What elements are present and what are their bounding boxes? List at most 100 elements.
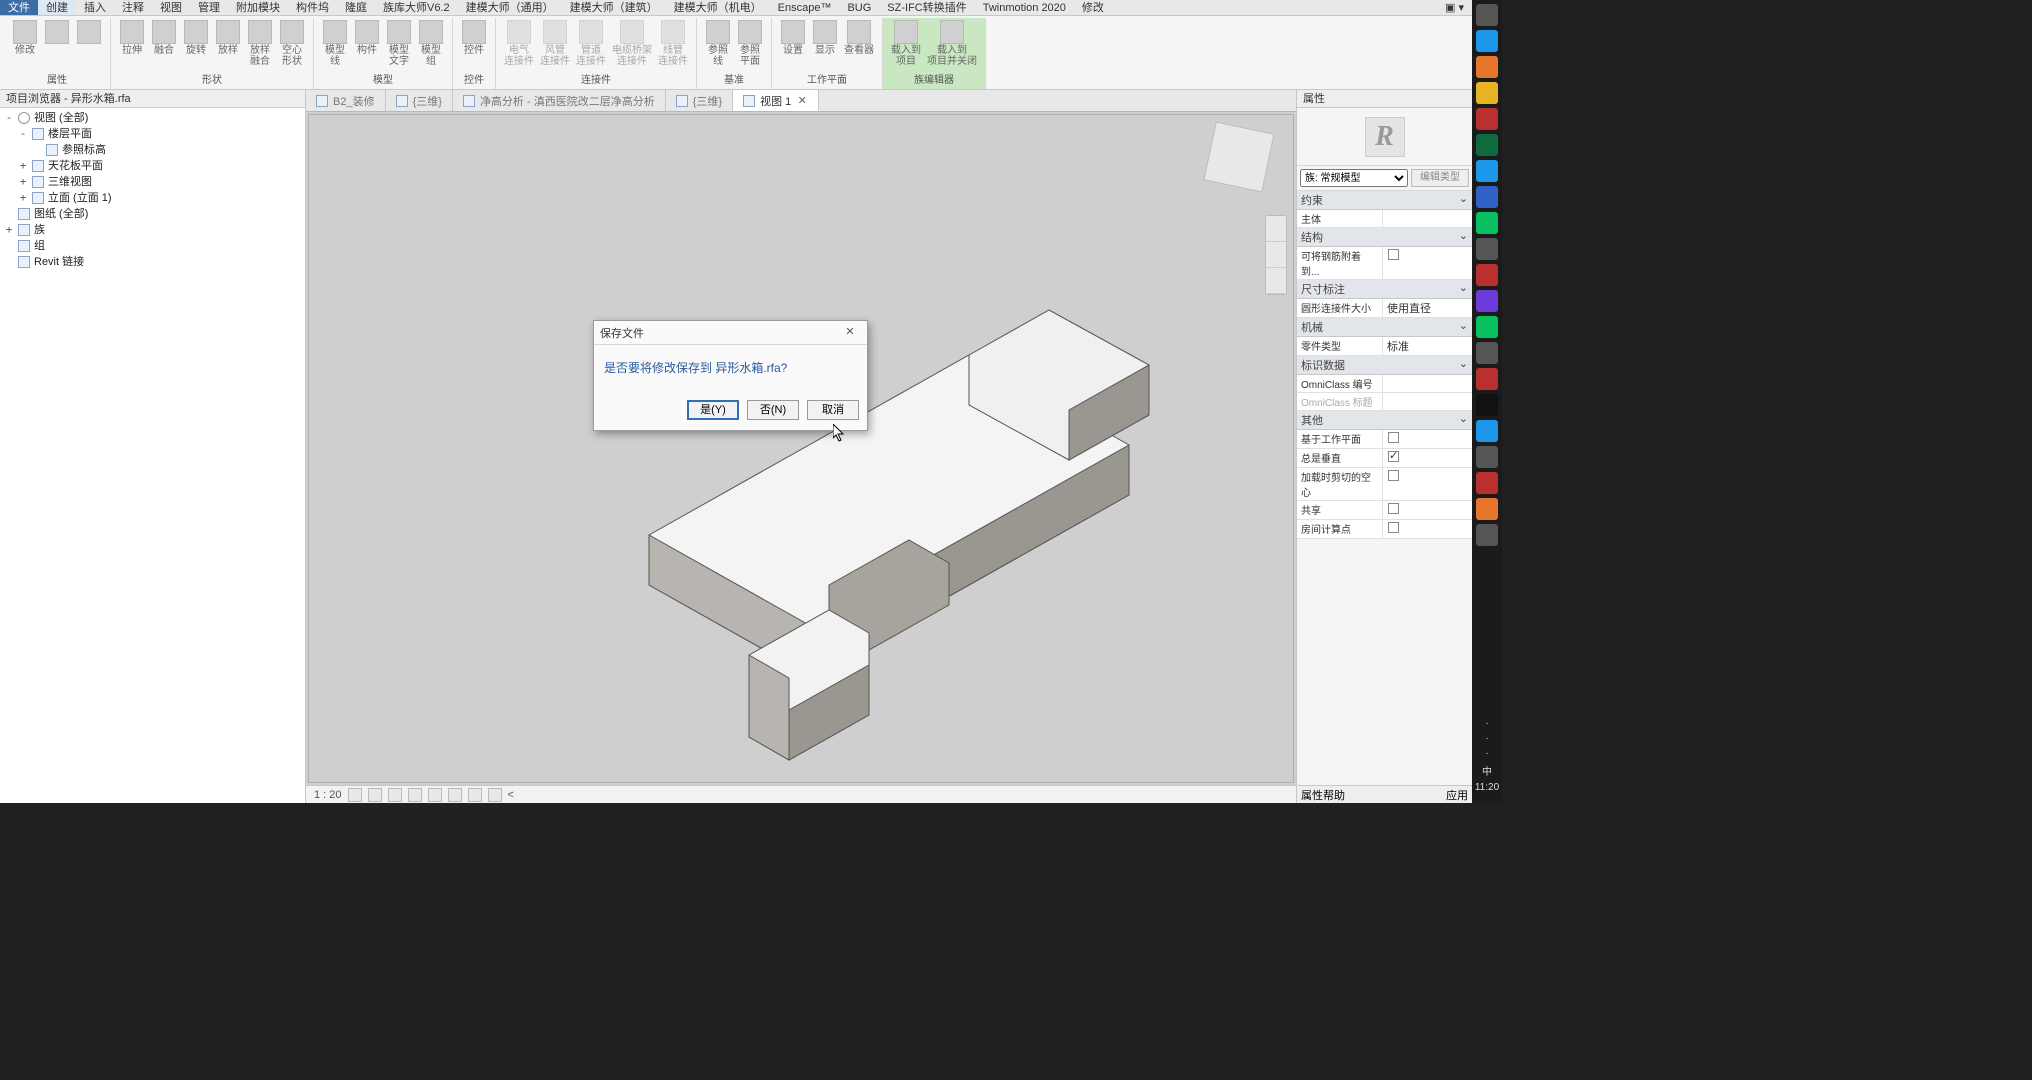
ribbon-button[interactable]: 载入到 项目并关闭 bbox=[925, 18, 979, 67]
ime-indicator[interactable]: 中 bbox=[1482, 763, 1492, 778]
property-row[interactable]: OmniClass 标题 bbox=[1297, 393, 1472, 411]
tree-node[interactable]: +立面 (立面 1) bbox=[4, 190, 301, 206]
menu-item[interactable]: 建模大师（机电） bbox=[666, 0, 770, 15]
taskbar-app-icon[interactable] bbox=[1476, 420, 1498, 442]
tree-node[interactable]: +天花板平面 bbox=[4, 158, 301, 174]
property-row[interactable]: 主体 bbox=[1297, 210, 1472, 228]
shadows-icon[interactable] bbox=[408, 788, 422, 802]
project-browser-tree[interactable]: -视图 (全部)-楼层平面参照标高+天花板平面+三维视图+立面 (立面 1)图纸… bbox=[0, 108, 305, 803]
expand-icon[interactable]: - bbox=[18, 126, 28, 142]
view-tab[interactable]: {三维} bbox=[666, 90, 733, 111]
menu-item[interactable]: 族库大师V6.2 bbox=[375, 0, 458, 15]
tree-node[interactable]: 参照标高 bbox=[4, 142, 301, 158]
crop-icon[interactable] bbox=[428, 788, 442, 802]
tree-node[interactable]: Revit 链接 bbox=[4, 254, 301, 270]
expand-icon[interactable]: + bbox=[18, 158, 28, 174]
property-row[interactable]: 加载时剪切的空心 bbox=[1297, 468, 1472, 501]
menu-file[interactable]: 文件 bbox=[0, 0, 38, 15]
taskbar-app-icon[interactable] bbox=[1476, 524, 1498, 546]
ribbon-button[interactable]: 线管 连接件 bbox=[656, 18, 690, 67]
taskbar-app-icon[interactable] bbox=[1476, 160, 1498, 182]
taskbar-app-icon[interactable] bbox=[1476, 264, 1498, 286]
menu-overflow-icon[interactable]: ▣ ▾ bbox=[1437, 0, 1472, 15]
properties-help-link[interactable]: 属性帮助 bbox=[1301, 787, 1345, 803]
ribbon-button[interactable]: 构件 bbox=[352, 18, 382, 56]
taskbar-app-icon[interactable] bbox=[1476, 30, 1498, 52]
checkbox[interactable] bbox=[1388, 470, 1399, 481]
ribbon-button[interactable]: 电缆桥架 连接件 bbox=[610, 18, 654, 67]
property-row[interactable]: 房间计算点 bbox=[1297, 520, 1472, 539]
network-icon[interactable]: · bbox=[1485, 733, 1488, 744]
ribbon-button[interactable]: 修改 bbox=[10, 18, 40, 56]
menu-item[interactable]: 建模大师（建筑） bbox=[562, 0, 666, 15]
ribbon-button[interactable]: 管道 连接件 bbox=[574, 18, 608, 67]
view-tab[interactable]: 净高分析 - 滇西医院改二层净高分析 bbox=[453, 90, 666, 111]
taskbar-app-icon[interactable] bbox=[1476, 472, 1498, 494]
ribbon-button[interactable]: 显示 bbox=[810, 18, 840, 56]
navigation-bar[interactable] bbox=[1265, 215, 1287, 295]
property-section[interactable]: 尺寸标注⌄ bbox=[1297, 280, 1472, 299]
view-tab[interactable]: 视图 1✕ bbox=[733, 90, 819, 111]
property-row[interactable]: 总是垂直 bbox=[1297, 449, 1472, 468]
menu-item[interactable]: SZ-IFC转换插件 bbox=[879, 0, 974, 15]
ribbon-button[interactable]: 放样 融合 bbox=[245, 18, 275, 67]
property-row[interactable]: 基于工作平面 bbox=[1297, 430, 1472, 449]
menu-item[interactable]: 附加模块 bbox=[228, 0, 288, 15]
sun-path-icon[interactable] bbox=[388, 788, 402, 802]
viewcube[interactable] bbox=[1203, 121, 1274, 192]
ribbon-button[interactable] bbox=[74, 18, 104, 45]
ribbon-button[interactable]: 设置 bbox=[778, 18, 808, 56]
tree-node[interactable]: -视图 (全部) bbox=[4, 110, 301, 126]
ribbon-button[interactable]: 融合 bbox=[149, 18, 179, 56]
property-value[interactable]: 标准 bbox=[1387, 341, 1409, 353]
taskbar-app-icon[interactable] bbox=[1476, 368, 1498, 390]
property-section[interactable]: 标识数据⌄ bbox=[1297, 356, 1472, 375]
type-selector[interactable]: 族: 常规模型 bbox=[1300, 169, 1408, 187]
ribbon-button[interactable]: 模型 组 bbox=[416, 18, 446, 67]
property-section[interactable]: 其他⌄ bbox=[1297, 411, 1472, 430]
property-row[interactable]: 圆形连接件大小使用直径 bbox=[1297, 299, 1472, 318]
view-nav-left-icon[interactable]: < bbox=[508, 789, 514, 801]
ribbon-button[interactable]: 旋转 bbox=[181, 18, 211, 56]
ribbon-button[interactable]: 参照 平面 bbox=[735, 18, 765, 67]
close-tab-icon[interactable]: ✕ bbox=[796, 94, 808, 107]
menu-item[interactable]: BUG bbox=[839, 0, 879, 15]
close-icon[interactable]: ✕ bbox=[839, 324, 861, 342]
crop-region-icon[interactable] bbox=[448, 788, 462, 802]
ribbon-button[interactable]: 电气 连接件 bbox=[502, 18, 536, 67]
expand-icon[interactable]: - bbox=[4, 110, 14, 126]
taskbar-app-icon[interactable] bbox=[1476, 342, 1498, 364]
detail-level-icon[interactable] bbox=[348, 788, 362, 802]
taskbar-app-icon[interactable] bbox=[1476, 446, 1498, 468]
taskbar-app-icon[interactable] bbox=[1476, 290, 1498, 312]
menu-item[interactable]: 插入 bbox=[76, 0, 114, 15]
volume-icon[interactable]: · bbox=[1485, 748, 1488, 759]
tree-node[interactable]: +族 bbox=[4, 222, 301, 238]
tree-node[interactable]: 图纸 (全部) bbox=[4, 206, 301, 222]
taskbar-app-icon[interactable] bbox=[1476, 238, 1498, 260]
taskbar-app-icon[interactable] bbox=[1476, 108, 1498, 130]
menu-item[interactable]: 隆庭 bbox=[337, 0, 375, 15]
yes-button[interactable]: 是(Y) bbox=[687, 400, 739, 420]
expand-icon[interactable]: + bbox=[18, 190, 28, 206]
view-tab[interactable]: {三维} bbox=[386, 90, 453, 111]
apply-button[interactable]: 应用 bbox=[1446, 787, 1468, 803]
taskbar-app-icon[interactable] bbox=[1476, 4, 1498, 26]
reveal-icon[interactable] bbox=[488, 788, 502, 802]
taskbar-app-icon[interactable] bbox=[1476, 316, 1498, 338]
property-row[interactable]: OmniClass 编号 bbox=[1297, 375, 1472, 393]
nav-pan-icon[interactable] bbox=[1266, 268, 1286, 294]
view-scale[interactable]: 1 : 20 bbox=[314, 789, 342, 801]
tree-node[interactable]: 组 bbox=[4, 238, 301, 254]
property-row[interactable]: 零件类型标准 bbox=[1297, 337, 1472, 356]
menu-item[interactable]: 创建 bbox=[38, 0, 76, 15]
view-tab[interactable]: B2_装修 bbox=[306, 90, 386, 111]
taskbar-app-icon[interactable] bbox=[1476, 134, 1498, 156]
taskbar-app-icon[interactable] bbox=[1476, 498, 1498, 520]
property-row[interactable]: 共享 bbox=[1297, 501, 1472, 520]
taskbar-app-icon[interactable] bbox=[1476, 56, 1498, 78]
property-section[interactable]: 机械⌄ bbox=[1297, 318, 1472, 337]
property-value[interactable]: 使用直径 bbox=[1387, 303, 1431, 315]
checkbox[interactable] bbox=[1388, 503, 1399, 514]
taskbar-app-icon[interactable] bbox=[1476, 212, 1498, 234]
